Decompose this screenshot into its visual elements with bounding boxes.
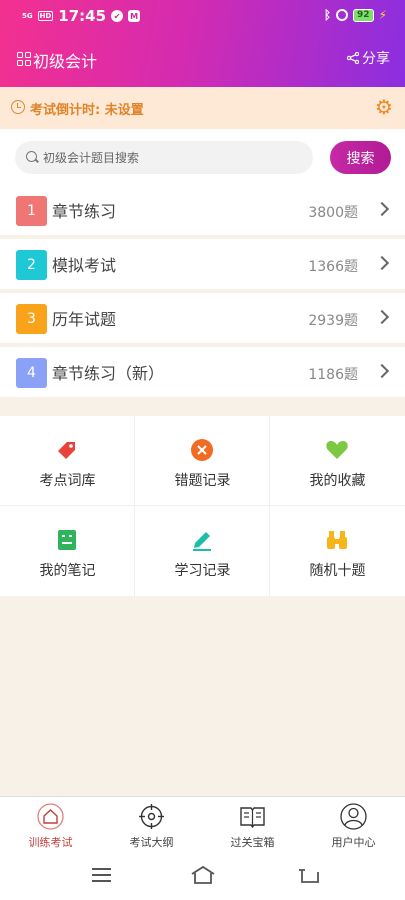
hd-indicator: HD	[37, 11, 54, 21]
practice-item-number: 2	[16, 250, 47, 280]
tool-wrong-answers[interactable]: 错题记录	[135, 416, 270, 506]
menu-icon[interactable]	[92, 868, 111, 882]
system-nav-bar	[0, 852, 405, 900]
chevron-right-icon	[374, 363, 390, 379]
tab-label: 用户中心	[331, 836, 376, 849]
tool-keypoint-glossary[interactable]: 考点词库	[0, 416, 135, 506]
practice-list: 1 章节练习 3800题 2 模拟考试 1366题 3 历年试题 2939题 4…	[0, 185, 405, 401]
countdown-text: 考试倒计时: 未设置	[30, 103, 144, 118]
chevron-right-icon	[374, 309, 390, 325]
notebook-icon	[58, 530, 76, 550]
page-title: 初级会计	[33, 52, 98, 71]
bottom-tab-bar: 训练考试 考试大纲 过关宝箱 用户中心	[0, 796, 405, 852]
tab-user-center[interactable]: 用户中心	[303, 797, 404, 853]
pencil-icon	[193, 532, 211, 551]
x-circle-icon	[191, 439, 213, 461]
battery-indicator: 92	[353, 8, 374, 22]
tool-random-ten[interactable]: 随机十题	[270, 506, 405, 596]
tab-treasure-box[interactable]: 过关宝箱	[202, 797, 303, 853]
practice-item-count: 1366题	[308, 259, 358, 275]
share-icon	[347, 52, 359, 64]
tool-label: 错题记录	[174, 473, 231, 489]
tool-label: 学习记录	[174, 563, 231, 579]
tool-label: 我的收藏	[309, 473, 366, 489]
tab-label: 考试大纲	[129, 836, 174, 849]
practice-item-chapter[interactable]: 1 章节练习 3800题	[0, 185, 405, 235]
practice-item-past-papers[interactable]: 3 历年试题 2939题	[0, 293, 405, 343]
tool-notes[interactable]: 我的笔记	[0, 506, 135, 596]
status-bar: 5G HD 17:45 ✔ M ᛒ 92 ⚡	[0, 0, 405, 34]
clock-icon	[11, 100, 25, 114]
exam-countdown-bar[interactable]: 考试倒计时: 未设置 ⚙	[0, 87, 405, 129]
tool-favorites[interactable]: 我的收藏	[270, 416, 405, 506]
alarm-icon	[336, 9, 349, 21]
tab-training-exam[interactable]: 训练考试	[0, 797, 101, 853]
app-notification-icon: ✔	[111, 10, 124, 22]
practice-item-mock-exam[interactable]: 2 模拟考试 1366题	[0, 239, 405, 289]
share-label: 分享	[362, 51, 390, 67]
tab-label: 过关宝箱	[230, 836, 275, 849]
home-icon	[37, 803, 64, 830]
search-button[interactable]: 搜索	[330, 141, 391, 174]
user-icon	[340, 803, 367, 830]
tool-label: 随机十题	[309, 563, 366, 579]
tool-label: 我的笔记	[39, 563, 96, 579]
tool-label: 考点词库	[39, 473, 96, 489]
tab-exam-outline[interactable]: 考试大纲	[101, 797, 202, 853]
home-nav-icon[interactable]	[190, 865, 216, 885]
charging-icon: ⚡	[378, 8, 387, 22]
tag-icon	[58, 442, 75, 459]
target-icon	[139, 804, 164, 829]
search-input[interactable]	[43, 147, 303, 168]
tools-grid: 考点词库 错题记录 我的收藏 我的笔记 学习记录 随机十题	[0, 416, 405, 596]
book-icon	[240, 807, 265, 829]
chevron-right-icon	[374, 255, 390, 271]
practice-item-count: 2939题	[308, 313, 358, 329]
heart-icon	[326, 441, 348, 459]
search-box[interactable]	[15, 141, 313, 174]
practice-item-number: 3	[16, 304, 47, 334]
tab-label: 训练考试	[28, 836, 73, 849]
tool-study-records[interactable]: 学习记录	[135, 506, 270, 596]
practice-item-count: 3800题	[308, 205, 358, 221]
search-bar: 搜索	[0, 129, 405, 185]
search-icon	[26, 151, 37, 162]
practice-item-title: 章节练习（新）	[52, 364, 165, 383]
practice-item-number: 4	[16, 358, 47, 388]
binoculars-icon	[327, 531, 347, 549]
header: 5G HD 17:45 ✔ M ᛒ 92 ⚡ 初级会计 分享	[0, 0, 405, 87]
share-button[interactable]: 分享	[347, 48, 390, 68]
network-indicator: 5G	[22, 12, 33, 20]
gear-icon[interactable]: ⚙	[374, 97, 394, 117]
back-icon[interactable]	[298, 866, 320, 884]
app-notification-icon-2: M	[128, 10, 141, 22]
chevron-right-icon	[374, 201, 390, 217]
practice-item-number: 1	[16, 196, 47, 226]
practice-item-title: 章节练习	[52, 202, 117, 221]
title-bar: 初级会计 分享	[0, 34, 405, 87]
grid-menu-icon[interactable]	[17, 52, 31, 66]
status-time: 17:45	[58, 7, 107, 25]
practice-item-count: 1186题	[308, 367, 358, 383]
practice-item-title: 模拟考试	[52, 256, 117, 275]
bluetooth-icon: ᛒ	[323, 8, 332, 22]
practice-item-chapter-new[interactable]: 4 章节练习（新） 1186题	[0, 347, 405, 397]
practice-item-title: 历年试题	[52, 310, 117, 329]
